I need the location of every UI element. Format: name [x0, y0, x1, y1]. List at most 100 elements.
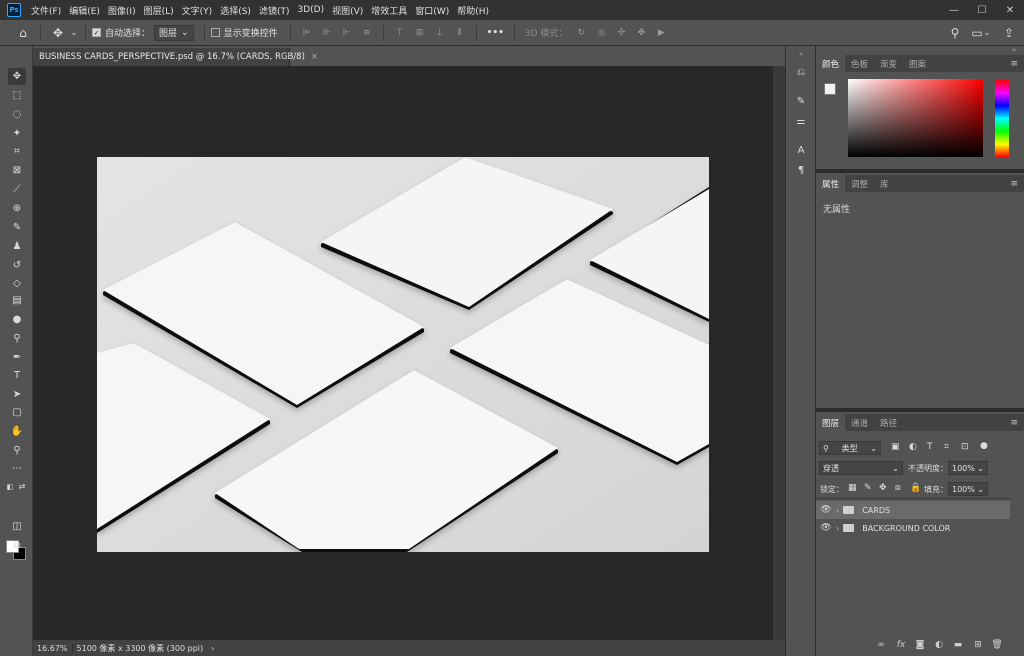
panel-menu-icon[interactable]: ≡ [1010, 59, 1018, 69]
menu-file[interactable]: 文件(F) [27, 4, 65, 17]
filter-adjustment-icon[interactable]: ◐ [909, 442, 917, 452]
eye-icon[interactable]: 👁 [816, 523, 836, 533]
default-colors-icon[interactable]: ◧ [5, 478, 15, 495]
opacity-input[interactable]: 100% ⌄ [948, 461, 988, 475]
healing-brush-tool-icon[interactable]: ⊕ [8, 200, 26, 217]
close-button[interactable]: ✕ [996, 0, 1024, 20]
distribute-horizontal-icon[interactable]: ≡ [359, 25, 375, 41]
zoom-level[interactable]: 16.67% [33, 643, 73, 653]
layer-filter-dropdown[interactable]: ⚲ 类型 ⌄ [819, 441, 881, 455]
menu-layer[interactable]: 图层(L) [140, 4, 178, 17]
adjustments-icon[interactable]: ⚌ [793, 113, 809, 129]
paragraph-panel-icon[interactable]: ¶ [793, 162, 809, 178]
3d-roll-icon[interactable]: ◎ [593, 25, 609, 41]
history-brush-tool-icon[interactable]: ↺ [8, 257, 26, 274]
status-menu-arrow[interactable]: › [207, 644, 218, 653]
tab-color[interactable]: 颜色 [816, 55, 846, 72]
eyedropper-tool-icon[interactable]: ⟋ [8, 181, 26, 198]
tab-patterns[interactable]: 图案 [903, 55, 932, 72]
search-icon[interactable]: ⚲ [944, 22, 966, 44]
auto-select-dropdown[interactable]: 图层 ⌄ [154, 24, 194, 41]
align-top-icon[interactable]: ⊤ [392, 25, 408, 41]
menu-help[interactable]: 帮助(H) [453, 4, 493, 17]
align-left-icon[interactable]: ⊫ [299, 25, 315, 41]
filter-type-icon[interactable]: T [927, 442, 933, 452]
chevron-right-icon[interactable]: › [836, 524, 839, 533]
minimize-button[interactable]: — [940, 0, 968, 20]
screen-mode-icon[interactable]: ⧉ [8, 537, 26, 554]
align-right-icon[interactable]: ⊩ [339, 25, 355, 41]
close-tab-icon[interactable]: × [311, 52, 318, 62]
filter-pixel-icon[interactable]: ▣ [891, 442, 900, 452]
document-tab[interactable]: BUSINESS CARDS_PERSPECTIVE.psd @ 16.7% (… [33, 48, 318, 66]
tab-libraries[interactable]: 库 [874, 175, 895, 192]
hand-tool-icon[interactable]: ✋ [8, 423, 26, 440]
filter-shape-icon[interactable]: ⌗ [944, 442, 949, 452]
new-group-icon[interactable]: ▬ [951, 638, 965, 652]
lock-position-icon[interactable]: ✥ [879, 483, 887, 493]
lock-all-icon[interactable]: 🔒 [910, 483, 921, 493]
lock-transparent-icon[interactable]: ▦ [848, 483, 857, 493]
tab-properties[interactable]: 属性 [816, 175, 846, 192]
menu-view[interactable]: 视图(V) [328, 4, 367, 17]
shape-tool-icon[interactable]: ▢ [8, 404, 26, 421]
align-middle-icon[interactable]: ⊞ [412, 25, 428, 41]
brush-tool-icon[interactable]: ✎ [8, 219, 26, 236]
move-tool-icon[interactable]: ✥ [8, 68, 26, 85]
layer-row-cards[interactable]: 👁 › CARDS [816, 501, 1010, 519]
panel-menu-icon[interactable]: ≡ [1010, 179, 1018, 189]
panel-menu-icon[interactable]: ≡ [1010, 418, 1018, 428]
chevron-right-icon[interactable]: › [836, 506, 839, 515]
show-transform-checkbox[interactable] [210, 28, 220, 37]
swap-colors-icon[interactable]: ⇄ [17, 478, 27, 495]
menu-3d[interactable]: 3D(D) [293, 5, 328, 15]
crop-tool-icon[interactable]: ⌗ [8, 143, 26, 160]
zoom-tool-icon[interactable]: ⚲ [8, 442, 26, 459]
maximize-button[interactable]: ☐ [968, 0, 996, 20]
eye-icon[interactable]: 👁 [816, 505, 836, 515]
share-icon[interactable]: ⇪ [998, 22, 1020, 44]
more-tools-icon[interactable]: ⋯ [8, 460, 26, 477]
new-layer-icon[interactable]: ⊞ [971, 638, 985, 652]
3d-orbit-icon[interactable]: ↻ [573, 25, 589, 41]
layer-row-background-color[interactable]: 👁 › BACKGROUND COLOR [816, 519, 1010, 537]
path-selection-tool-icon[interactable]: ➤ [8, 386, 26, 403]
add-mask-icon[interactable]: ◙ [913, 638, 927, 652]
gradient-tool-icon[interactable]: ▤ [8, 292, 26, 309]
filter-smart-object-icon[interactable]: ⊡ [961, 442, 969, 452]
blend-mode-dropdown[interactable]: 穿透 ⌄ [819, 461, 903, 475]
tab-paths[interactable]: 路径 [874, 414, 903, 431]
color-fg-swatch[interactable] [824, 83, 836, 95]
3d-slide-icon[interactable]: ✤ [633, 25, 649, 41]
menu-edit[interactable]: 编辑(E) [65, 4, 104, 17]
home-icon[interactable]: ⌂ [12, 22, 34, 44]
tab-gradients[interactable]: 渐变 [874, 55, 903, 72]
tab-channels[interactable]: 通道 [845, 414, 874, 431]
distribute-vertical-icon[interactable]: ⫴ [452, 25, 468, 41]
character-panel-icon[interactable]: A [793, 142, 809, 158]
chevron-down-icon[interactable]: ⌄ [69, 22, 79, 44]
adjustment-layer-icon[interactable]: ◐ [932, 638, 946, 652]
vertical-scrollbar[interactable] [773, 66, 785, 640]
collapse-icon[interactable]: « [793, 46, 809, 62]
brush-settings-icon[interactable]: ✎ [793, 93, 809, 109]
menu-window[interactable]: 窗口(W) [411, 4, 453, 17]
tab-layers[interactable]: 图层 [816, 414, 846, 431]
fill-input[interactable]: 100% ⌄ [948, 482, 988, 496]
color-field[interactable] [848, 79, 983, 157]
menu-type[interactable]: 文字(Y) [178, 4, 217, 17]
delete-layer-icon[interactable]: 🗑 [990, 638, 1004, 652]
marquee-tool-icon[interactable]: ⬚ [8, 87, 26, 104]
auto-select-checkbox[interactable]: ✓ [92, 28, 101, 37]
quick-mask-icon[interactable]: ◫ [8, 518, 26, 535]
pen-tool-icon[interactable]: ✒ [8, 349, 26, 366]
filter-toggle-icon[interactable]: ● [980, 441, 988, 451]
menu-select[interactable]: 选择(S) [216, 4, 255, 17]
move-tool-icon[interactable]: ✥ [47, 22, 69, 44]
type-tool-icon[interactable]: T [8, 367, 26, 384]
3d-camera-icon[interactable]: ▶ [653, 25, 669, 41]
lock-image-icon[interactable]: ✎ [864, 483, 872, 493]
3d-pan-icon[interactable]: ✣ [613, 25, 629, 41]
lock-artboard-icon[interactable]: ⧈ [895, 483, 901, 493]
lasso-tool-icon[interactable]: ◌ [8, 106, 26, 123]
